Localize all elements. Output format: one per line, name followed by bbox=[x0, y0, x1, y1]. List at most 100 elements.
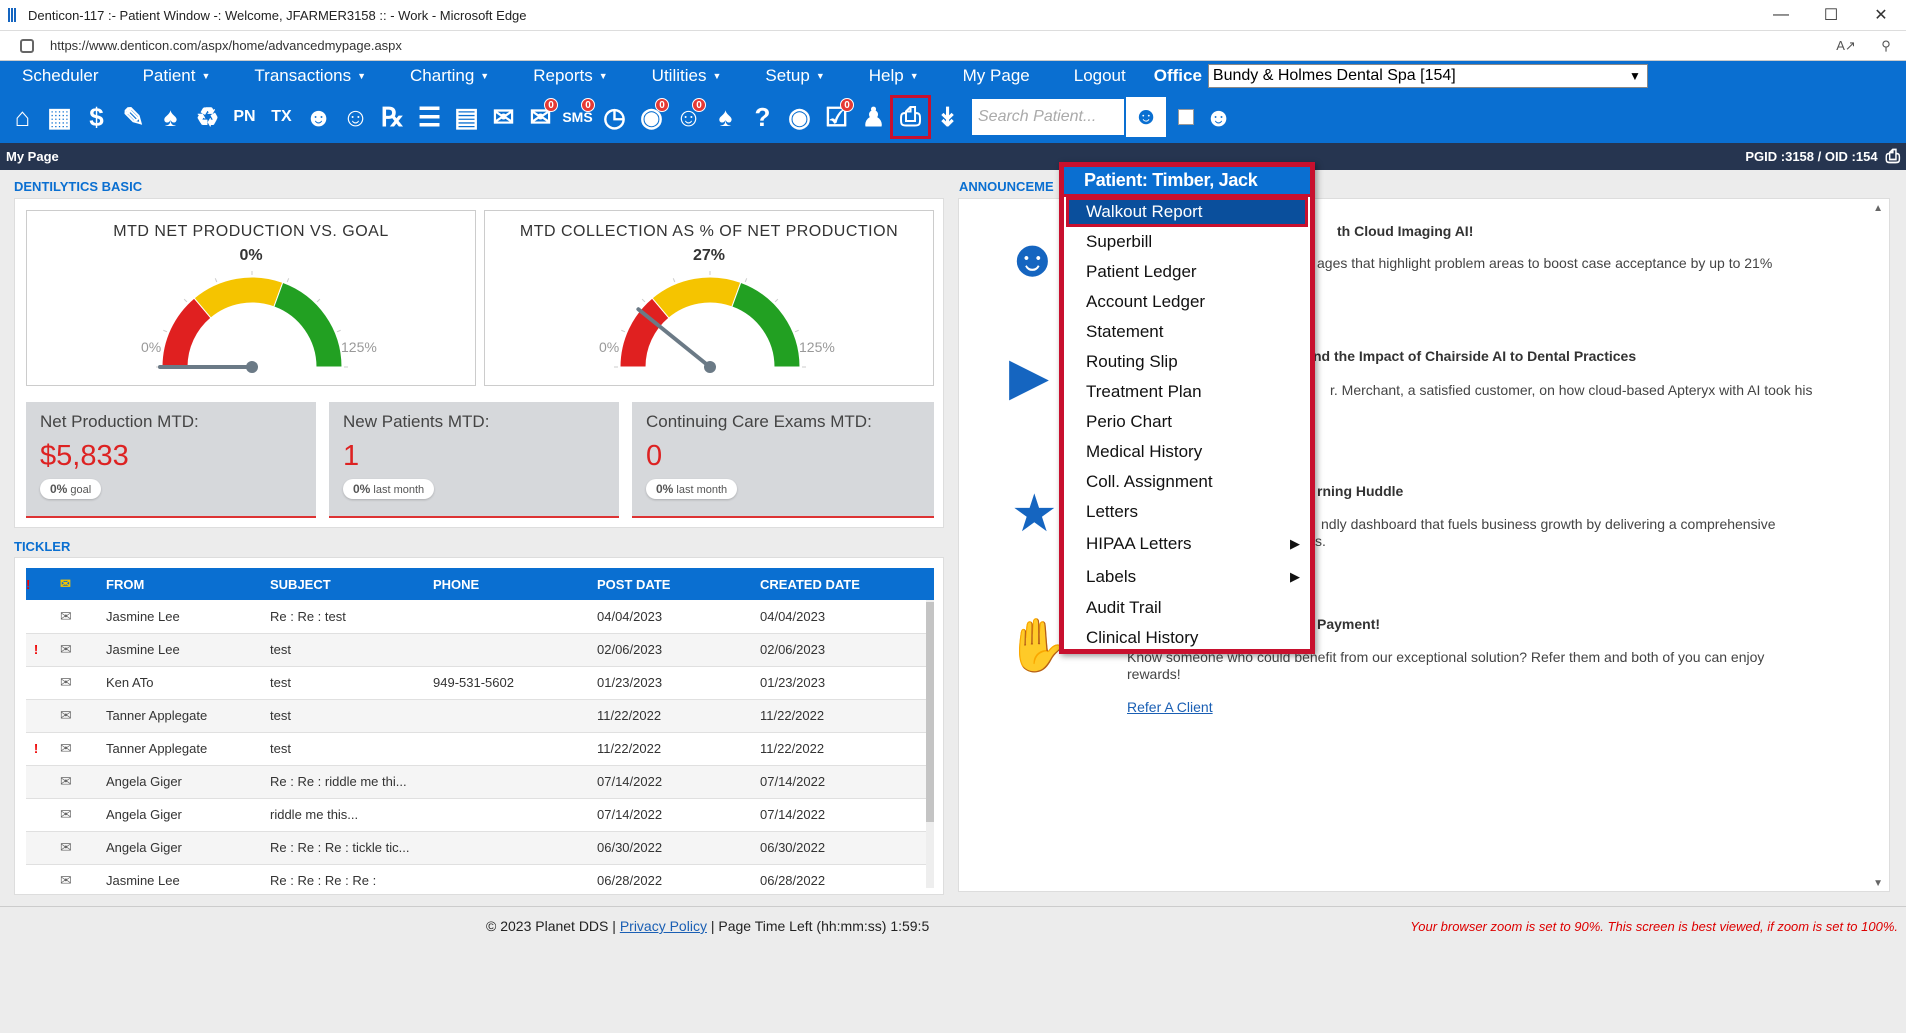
gauge-tick bbox=[316, 298, 321, 303]
add-patient-icon[interactable]: ☻ bbox=[300, 97, 337, 137]
tickler-scrollbar[interactable] bbox=[926, 600, 934, 888]
group-search-icon[interactable]: ☻ bbox=[1200, 97, 1237, 137]
menu-setup[interactable]: Setup ▼ bbox=[743, 66, 846, 86]
refer-client-link[interactable]: Refer A Client bbox=[1127, 699, 1213, 715]
office-select[interactable]: Bundy & Holmes Dental Spa [154] ▼ bbox=[1207, 64, 1648, 88]
column-header-created-date[interactable]: CREATED DATE bbox=[760, 568, 934, 600]
print-page-icon[interactable]: ⎙ bbox=[1886, 146, 1900, 167]
toolbar-checkbox[interactable] bbox=[1178, 109, 1194, 125]
search-patient-icon[interactable]: ☻ bbox=[1126, 97, 1166, 137]
document-icon[interactable]: ▤ bbox=[448, 97, 485, 137]
table-row[interactable]: ✉ Tanner Applegate test 11/22/2022 11/22/202… bbox=[26, 699, 934, 733]
tickler-scroll-thumb[interactable] bbox=[926, 602, 934, 822]
office-label: Office bbox=[1153, 66, 1202, 85]
print-menu-item-hipaa-letters[interactable]: HIPAA Letters ▶ bbox=[1064, 527, 1310, 560]
tooth-chart-icon[interactable]: ♠ bbox=[707, 97, 744, 137]
scroll-up-icon[interactable]: ▲ bbox=[1873, 203, 1883, 214]
menu-scheduler[interactable]: Scheduler bbox=[0, 66, 121, 86]
implant-icon[interactable]: ♻ bbox=[189, 97, 226, 137]
scroll-down-icon[interactable]: ▼ bbox=[1873, 878, 1883, 889]
read-aloud-icon[interactable]: A↗ bbox=[1826, 38, 1866, 54]
table-row[interactable]: ! ✉ Jasmine Lee test 02/06/2023 02/06/2023 bbox=[26, 633, 934, 667]
message-icon[interactable]: ✉ 0 bbox=[522, 97, 559, 137]
edit-icon[interactable]: ✎ bbox=[115, 97, 152, 137]
table-row[interactable]: ✉ Jasmine Lee Re : Re : Re : Re : 06/28/202… bbox=[26, 864, 934, 888]
menu-transactions[interactable]: Transactions ▼ bbox=[232, 66, 388, 86]
checklist-icon[interactable]: ☑ 0 bbox=[818, 97, 855, 137]
family-icon[interactable]: ♟ bbox=[855, 97, 892, 137]
print-menu-item-medical-history[interactable]: Medical History bbox=[1064, 437, 1310, 467]
print-menu-item-letters[interactable]: Letters bbox=[1064, 497, 1310, 527]
table-row[interactable]: ! ✉ Tanner Applegate test 11/22/2022 11/22/20… bbox=[26, 732, 934, 766]
home-icon[interactable]: ⌂ bbox=[4, 97, 41, 137]
clock-icon[interactable]: ◷ bbox=[596, 97, 633, 137]
expand-down-icon[interactable]: ↡ bbox=[929, 97, 966, 137]
print-menu-item-labels[interactable]: Labels ▶ bbox=[1064, 560, 1310, 593]
menu-help[interactable]: Help ▼ bbox=[847, 66, 941, 86]
treatment-icon[interactable]: TX bbox=[263, 97, 300, 137]
column-header-from[interactable]: FROM bbox=[106, 568, 270, 600]
print-menu-item-label: Patient Ledger bbox=[1086, 262, 1197, 281]
print-menu-item-statement[interactable]: Statement bbox=[1064, 317, 1310, 347]
menu-reports[interactable]: Reports ▼ bbox=[511, 66, 629, 86]
print-menu-item-clinical-history[interactable]: Clinical History bbox=[1064, 623, 1310, 653]
maximize-button[interactable]: ☐ bbox=[1806, 0, 1856, 31]
envelope-column-icon[interactable]: ✉ bbox=[46, 568, 106, 600]
print-menu-item-coll-assignment[interactable]: Coll. Assignment bbox=[1064, 467, 1310, 497]
print-menu-patient-header: Patient: Timber, Jack bbox=[1064, 167, 1310, 197]
menu-my-page[interactable]: My Page bbox=[941, 66, 1052, 86]
announcement-heading: th Cloud Imaging AI! bbox=[1337, 223, 1474, 239]
column-header-phone[interactable]: PHONE bbox=[433, 568, 597, 600]
print-menu-item-treatment-plan[interactable]: Treatment Plan bbox=[1064, 377, 1310, 407]
print-menu-item-label: HIPAA Letters bbox=[1086, 533, 1192, 553]
table-row[interactable]: ✉ Ken ATo test 949-531-5602 01/23/2023 01/23/… bbox=[26, 666, 934, 700]
print-menu-item-label: Statement bbox=[1086, 322, 1164, 341]
gauge-tick bbox=[794, 329, 799, 333]
zoom-notice: Your browser zoom is set to 90%. This sc… bbox=[1410, 918, 1898, 934]
progress-notes-icon[interactable]: PN bbox=[226, 97, 263, 137]
table-row[interactable]: ✉ Angela Giger Re : Re : riddle me thi... 0… bbox=[26, 765, 934, 799]
privacy-policy-link[interactable]: Privacy Policy bbox=[620, 918, 707, 934]
search-patient-input[interactable]: Search Patient... bbox=[972, 99, 1124, 135]
menu-logout[interactable]: Logout bbox=[1052, 66, 1148, 86]
web-icon[interactable]: ◉ bbox=[781, 97, 818, 137]
table-row[interactable]: ✉ Angela Giger riddle me this... 07/14/2022… bbox=[26, 798, 934, 832]
menu-patient[interactable]: Patient ▼ bbox=[121, 66, 233, 86]
print-icon[interactable]: ⎙ bbox=[890, 95, 931, 139]
star-monitor-icon: ★ bbox=[1011, 485, 1058, 543]
print-menu-item-perio-chart[interactable]: Perio Chart bbox=[1064, 407, 1310, 437]
sms-icon[interactable]: SMS 0 bbox=[559, 97, 596, 137]
minimize-button[interactable]: — bbox=[1756, 0, 1806, 31]
calendar-icon[interactable]: ▦ bbox=[41, 97, 78, 137]
column-header-post-date[interactable]: POST DATE bbox=[597, 568, 760, 600]
add-family-icon[interactable]: ☺ bbox=[337, 97, 374, 137]
menu-charting[interactable]: Charting ▼ bbox=[388, 66, 511, 86]
url-field[interactable]: https://www.denticon.com/aspx/home/advan… bbox=[50, 38, 1826, 53]
print-menu-item-patient-ledger[interactable]: Patient Ledger bbox=[1064, 257, 1310, 287]
print-menu-item-audit-trail[interactable]: Audit Trail bbox=[1064, 593, 1310, 623]
globe-icon[interactable]: ◉ 0 bbox=[633, 97, 670, 137]
help-tooth-icon[interactable]: ? bbox=[744, 97, 781, 137]
print-menu-item-account-ledger[interactable]: Account Ledger bbox=[1064, 287, 1310, 317]
menu-utilities[interactable]: Utilities ▼ bbox=[630, 66, 744, 86]
search-page-icon[interactable]: ⚲ bbox=[1866, 38, 1906, 54]
notes-icon[interactable]: ☰ bbox=[411, 97, 448, 137]
print-menu-item-walkout-report[interactable]: Walkout Report bbox=[1066, 197, 1308, 227]
prescription-icon[interactable]: ℞ bbox=[374, 97, 411, 137]
priority-column-icon[interactable]: ! bbox=[26, 568, 46, 600]
checklist-count-badge: 0 bbox=[840, 98, 854, 112]
dentilytics-title: DENTILYTICS BASIC bbox=[14, 179, 143, 194]
mail-icon[interactable]: ✉ bbox=[485, 97, 522, 137]
dollar-icon[interactable]: $ bbox=[78, 97, 115, 137]
print-menu-item-superbill[interactable]: Superbill bbox=[1064, 227, 1310, 257]
print-menu-item-routing-slip[interactable]: Routing Slip bbox=[1064, 347, 1310, 377]
table-row[interactable]: ✉ Angela Giger Re : Re : Re : tickle tic..… bbox=[26, 831, 934, 865]
close-window-button[interactable]: ✕ bbox=[1856, 0, 1906, 31]
cell-subject: test bbox=[270, 666, 433, 700]
tooth-icon[interactable]: ♠ bbox=[152, 97, 189, 137]
table-row[interactable]: ✉ Jasmine Lee Re : Re : test 04/04/2023 04/0… bbox=[26, 600, 934, 634]
cell-created-date: 07/14/2022 bbox=[760, 798, 934, 832]
gauge-max-label: 125% bbox=[341, 339, 377, 355]
support-icon[interactable]: ☺ 0 bbox=[670, 97, 707, 137]
column-header-subject[interactable]: SUBJECT bbox=[270, 568, 433, 600]
